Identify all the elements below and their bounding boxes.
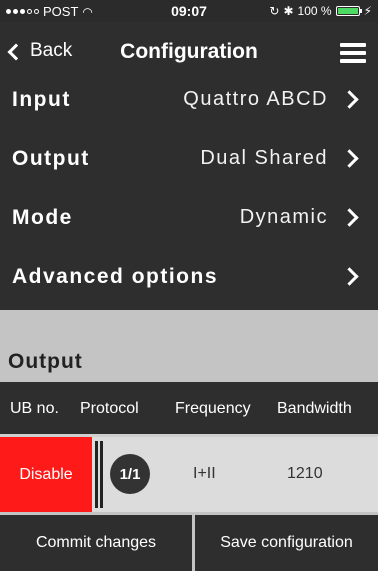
chevron-right-icon [340, 90, 359, 109]
output-label: Output [12, 147, 90, 170]
output-section-header: Output [0, 348, 378, 382]
output-row[interactable]: Output Dual Shared [0, 131, 378, 189]
input-row[interactable]: Input Quattro ABCD [0, 72, 378, 130]
chevron-right-icon [340, 267, 359, 286]
bottom-action-bar: Commit changes Save configuration [0, 515, 378, 571]
ub-number-badge: 1/1 [110, 454, 150, 494]
status-right: ↻ ✱ 100 % ⚡ [269, 4, 372, 18]
mode-row[interactable]: Mode Dynamic [0, 190, 378, 248]
input-value: Quattro ABCD [183, 88, 328, 110]
rotation-lock-icon: ↻ [269, 4, 280, 18]
advanced-options-row[interactable]: Advanced options [0, 249, 378, 307]
table-row: Disable 1/1 I+II 1210 [0, 437, 378, 512]
bluetooth-icon: ✱ [283, 4, 294, 18]
frequency-value: I+II [193, 465, 216, 482]
chevron-right-icon [340, 208, 359, 227]
bandwidth-value: 1210 [287, 465, 323, 482]
disable-button[interactable]: Disable [0, 437, 92, 512]
battery-icon [335, 6, 362, 16]
advanced-options-label: Advanced options [12, 265, 219, 288]
column-header-frequency: Frequency [175, 400, 251, 417]
drag-handle-icon[interactable] [95, 441, 103, 508]
output-value: Dual Shared [200, 147, 328, 169]
save-configuration-button[interactable]: Save configuration [195, 515, 378, 571]
mode-value: Dynamic [239, 206, 328, 228]
back-label: Back [30, 40, 73, 61]
chevron-left-icon [7, 43, 25, 60]
charging-icon: ⚡ [363, 4, 372, 18]
status-bar: POST ◠ 09:07 ↻ ✱ 100 % ⚡ [0, 0, 378, 22]
output-table-header: UB no. Protocol Frequency Bandwidth [0, 382, 378, 434]
battery-percent: 100 % [297, 4, 332, 18]
input-label: Input [12, 88, 71, 111]
column-header-ub-no: UB no. [10, 400, 59, 417]
output-section-title: Output [8, 350, 83, 373]
back-button[interactable]: Back [7, 40, 73, 62]
menu-icon[interactable] [340, 43, 366, 63]
chevron-right-icon [340, 149, 359, 168]
commit-changes-button[interactable]: Commit changes [0, 515, 192, 571]
mode-label: Mode [12, 206, 73, 229]
column-header-bandwidth: Bandwidth [277, 400, 352, 417]
section-spacer [0, 310, 378, 348]
column-header-protocol: Protocol [80, 400, 139, 417]
